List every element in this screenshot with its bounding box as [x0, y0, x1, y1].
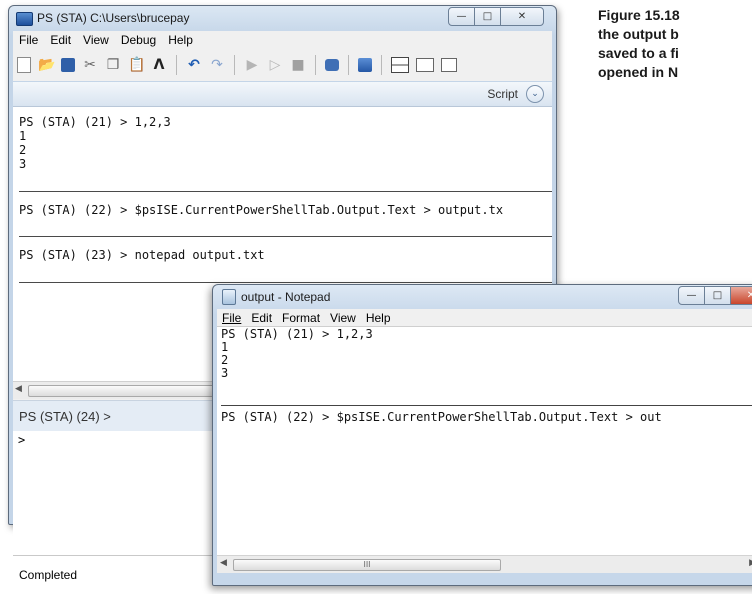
figure-caption: Figure 15.18 the output b saved to a fi ope… — [598, 6, 752, 82]
menu-file[interactable]: File — [217, 311, 246, 325]
caption-line: saved to a fi — [598, 45, 679, 61]
cut-icon[interactable]: ✂ — [82, 57, 98, 73]
script-pane-label: Script — [487, 87, 518, 101]
menu-file[interactable]: File — [13, 33, 44, 47]
output-line: 2 — [19, 143, 27, 157]
run-icon[interactable]: ▶ — [244, 57, 260, 73]
scroll-left-icon[interactable]: ◀ — [220, 558, 227, 568]
paste-icon[interactable]: 📋 — [128, 57, 145, 73]
command-input[interactable]: > — [18, 433, 25, 447]
layout-top-icon[interactable] — [391, 57, 409, 73]
ise-titlebar[interactable]: PS (STA) C:\Users\brucepay — □ ✕ — [9, 6, 556, 30]
menu-format[interactable]: Format — [277, 311, 325, 325]
ise-menubar: File Edit View Debug Help — [13, 31, 552, 49]
toolbar-separator — [348, 55, 349, 75]
output-line: 1 — [19, 129, 27, 143]
minimize-icon: — — [456, 11, 467, 22]
notepad-window: output - Notepad — □ ✕ File Edit Format … — [212, 284, 752, 586]
output-line: PS (STA) (21) > 1,2,3 — [19, 115, 171, 129]
menu-edit[interactable]: Edit — [44, 33, 77, 47]
close-button[interactable]: ✕ — [730, 286, 752, 305]
toolbar-separator — [176, 55, 177, 75]
notepad-text-area[interactable]: PS (STA) (21) > 1,2,3 1 2 3 PS (STA) (22… — [217, 326, 752, 555]
output-divider — [19, 282, 552, 283]
ise-window-title: PS (STA) C:\Users\brucepay — [37, 11, 190, 25]
minimize-icon: — — [686, 290, 697, 301]
menu-debug[interactable]: Debug — [115, 33, 162, 47]
show-script-pane-button[interactable]: ⌄ — [526, 85, 544, 103]
scroll-left-icon[interactable]: ◀ — [15, 384, 22, 394]
close-button[interactable]: ✕ — [500, 7, 544, 26]
powershell-icon[interactable] — [358, 58, 372, 72]
text-line: 1 — [221, 340, 229, 354]
menu-view[interactable]: View — [325, 311, 361, 325]
script-pane-bar: Script ⌄ — [13, 82, 552, 107]
new-icon[interactable] — [17, 57, 31, 73]
scrollbar-thumb[interactable]: III — [233, 559, 501, 571]
text-line: 2 — [221, 353, 229, 367]
undo-icon[interactable]: ↶ — [186, 57, 202, 73]
powershell-ise-app-icon — [16, 12, 33, 26]
text-divider — [221, 405, 752, 406]
redo-icon[interactable]: ↷ — [209, 57, 225, 73]
output-divider — [19, 236, 552, 237]
toolbar-separator — [234, 55, 235, 75]
toolbar-separator — [381, 55, 382, 75]
output-line: 3 — [19, 157, 27, 171]
toolbar-separator — [315, 55, 316, 75]
stop-icon[interactable]: ■ — [290, 57, 306, 73]
menu-help[interactable]: Help — [361, 311, 396, 325]
notepad-caption-buttons: — □ ✕ — [678, 286, 752, 305]
run-selection-icon[interactable]: ▷ — [267, 57, 283, 73]
notepad-menubar: File Edit Format View Help — [217, 309, 752, 326]
maximize-icon: □ — [712, 290, 723, 301]
ise-caption-buttons: — □ ✕ — [448, 7, 544, 26]
ise-toolbar: 📂 ✂ ❐ 📋 Λ ↶ ↷ ▶ ▷ ■ — [13, 49, 552, 81]
minimize-button[interactable]: — — [678, 286, 705, 305]
command-prompt: PS (STA) (24) > — [19, 409, 111, 424]
maximize-button[interactable]: □ — [704, 286, 731, 305]
close-icon: ✕ — [517, 11, 527, 22]
notepad-window-title: output - Notepad — [241, 290, 331, 304]
menu-edit[interactable]: Edit — [246, 311, 277, 325]
notepad-horizontal-scrollbar[interactable]: ◀ III ▶ — [217, 555, 752, 573]
menu-help[interactable]: Help — [162, 33, 199, 47]
output-line: PS (STA) (23) > notepad output.txt — [19, 248, 265, 262]
text-line: PS (STA) (21) > 1,2,3 — [221, 327, 373, 341]
close-icon: ✕ — [746, 290, 752, 301]
open-icon[interactable]: 📂 — [38, 57, 55, 73]
output-divider — [19, 191, 552, 192]
layout-max-icon[interactable] — [441, 58, 457, 72]
notepad-titlebar[interactable]: output - Notepad — □ ✕ — [213, 285, 752, 309]
maximize-icon: □ — [482, 11, 493, 22]
remote-tab-icon[interactable] — [325, 59, 339, 71]
caption-line: Figure 15.18 — [598, 7, 680, 23]
copy-icon[interactable]: ❐ — [105, 57, 121, 73]
save-icon[interactable] — [61, 58, 75, 72]
output-line: PS (STA) (22) > $psISE.CurrentPowerShell… — [19, 203, 504, 217]
notepad-app-icon — [222, 289, 236, 305]
caption-line: the output b — [598, 26, 679, 42]
text-line: 3 — [221, 366, 229, 380]
layout-side-icon[interactable] — [416, 58, 434, 72]
text-line: PS (STA) (22) > $psISE.CurrentPowerShell… — [221, 410, 662, 424]
minimize-button[interactable]: — — [448, 7, 475, 26]
clear-icon[interactable]: Λ — [151, 57, 167, 73]
maximize-button[interactable]: □ — [474, 7, 501, 26]
caption-line: opened in N — [598, 64, 679, 80]
menu-view[interactable]: View — [77, 33, 115, 47]
chevron-down-icon: ⌄ — [531, 89, 539, 99]
status-text: Completed — [19, 568, 78, 582]
